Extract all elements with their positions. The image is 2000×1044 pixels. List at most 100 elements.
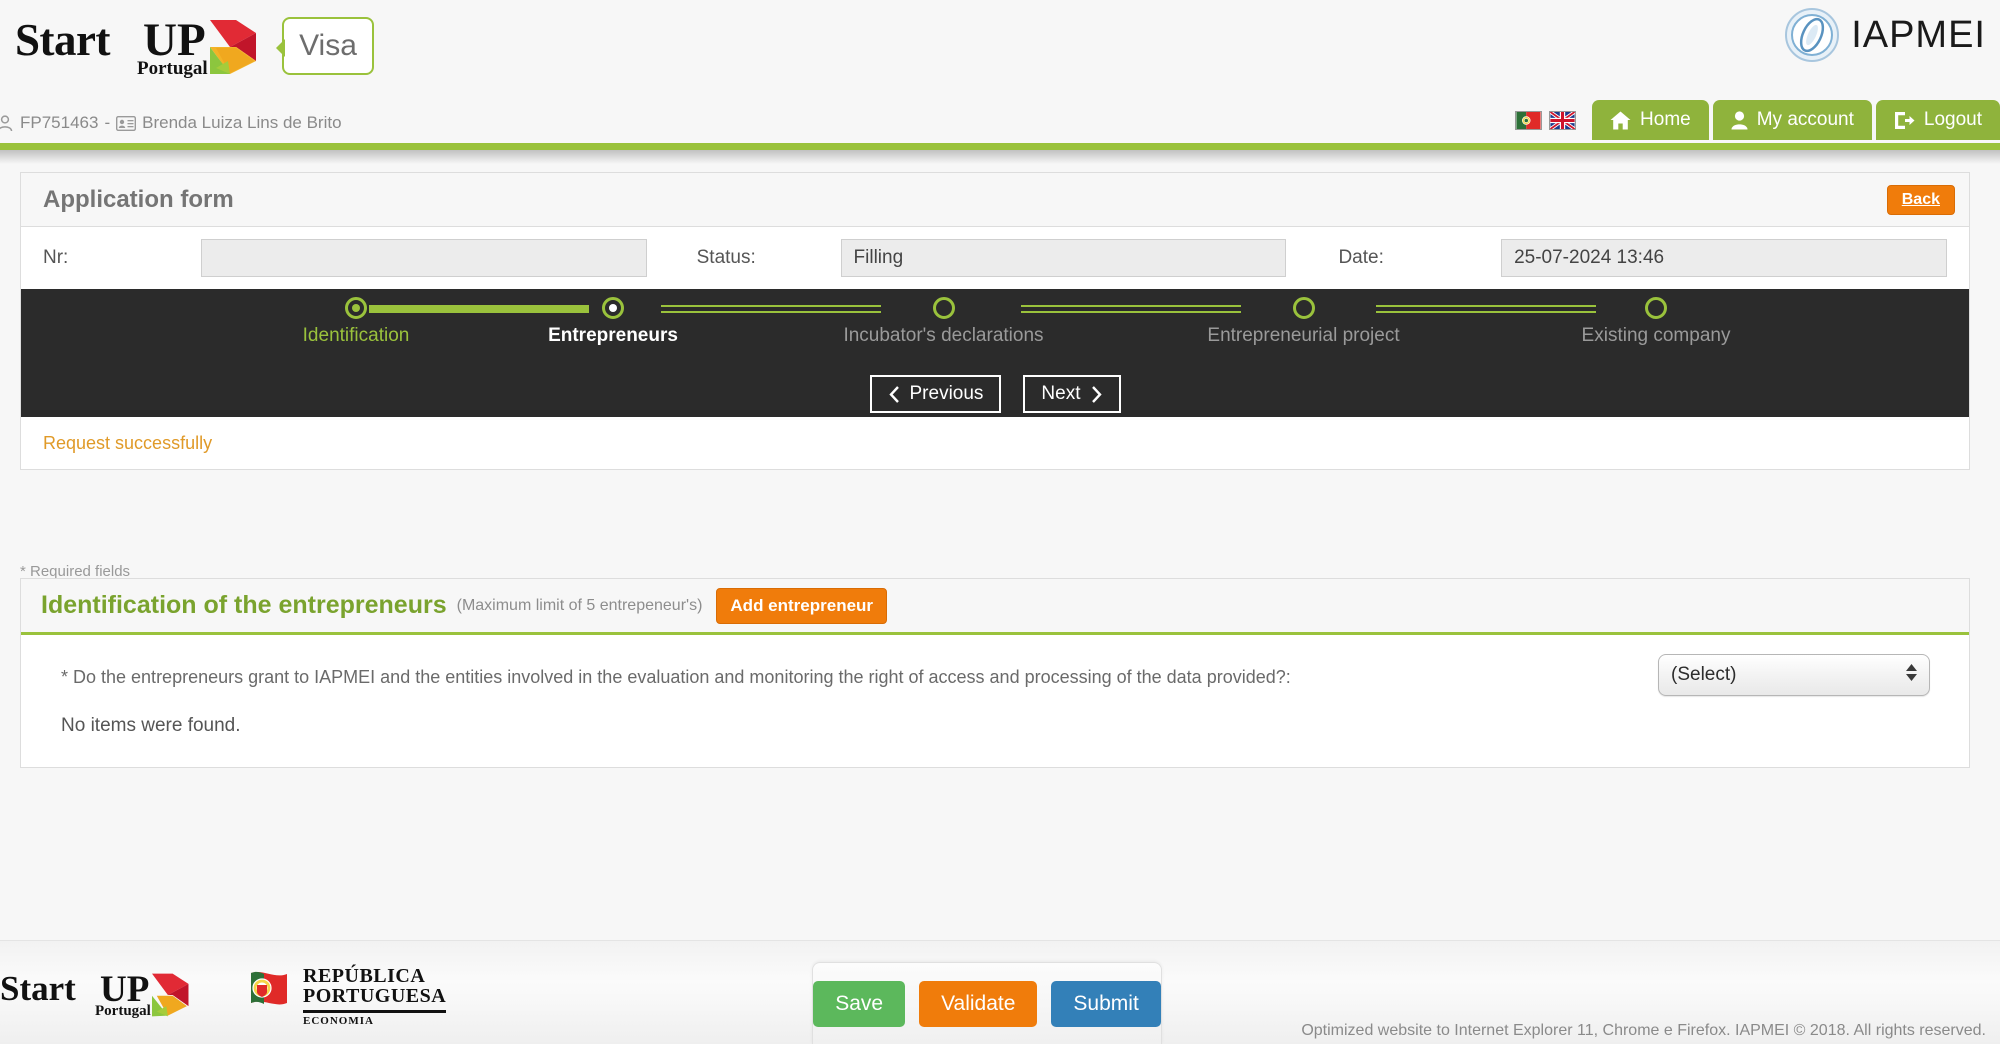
startup-portugal-logo: Start UP Portugal [10, 10, 265, 82]
step-marker-entrepreneurs [602, 297, 624, 319]
top-nav: Home My account Logout [1515, 100, 2000, 140]
user-icon [0, 115, 13, 132]
next-button[interactable]: Next [1023, 375, 1121, 413]
section-title: Identification of the entrepreneurs [41, 591, 447, 619]
republica-portuguesa-logo: REPÚBLICA PORTUGUESA ECONOMIA [245, 965, 447, 1027]
step-entrepreneurs[interactable]: Entrepreneurs [548, 289, 678, 347]
nav-my-account-label: My account [1756, 109, 1854, 130]
step-marker-incubators [932, 297, 955, 319]
select-stepper-arrows-icon [1906, 664, 1917, 681]
wizard-steps: Identification Entrepreneurs Incubator's… [21, 289, 1969, 361]
user-name: Brenda Luiza Lins de Brito [142, 113, 342, 132]
status-message: Request successfully [43, 432, 213, 453]
status-message-row: Request successfully [21, 417, 1969, 469]
visa-badge: Visa [276, 17, 374, 75]
republica-rule [303, 1010, 447, 1013]
brand-start-text: Start [15, 15, 110, 65]
form-action-bar: Save Validate Submit [812, 962, 1162, 1044]
nav-my-account-button[interactable]: My account [1712, 100, 1872, 140]
entrepreneurs-card-body: * Do the entrepreneurs grant to IAPMEI a… [21, 635, 1969, 767]
iapmei-logo[interactable]: IAPMEI [1783, 6, 1986, 64]
empty-list-message: No items were found. [61, 715, 241, 736]
nav-logout-label: Logout [1923, 109, 1982, 130]
header-shadow [0, 150, 2000, 164]
user-id: FP751463 [20, 113, 99, 132]
startup-arrow-icon [210, 20, 256, 74]
footer-brand-start-text: Start [0, 969, 76, 1008]
footer-startup-logo: Start UP Portugal [0, 969, 210, 1025]
footer-startup-arrow-icon [152, 973, 189, 1017]
data-consent-question: * Do the entrepreneurs grant to IAPMEI a… [61, 667, 1291, 687]
wizard-stepper: Identification Entrepreneurs Incubator's… [21, 289, 1969, 417]
data-consent-select-wrap: (Select) [1658, 654, 1930, 696]
wizard-nav: Previous Next [21, 375, 1969, 413]
top-header: Start UP Portugal Visa IAPMEI [0, 0, 2000, 105]
data-consent-select-value: (Select) [1671, 664, 1737, 685]
language-switcher [1515, 111, 1577, 130]
add-entrepreneur-button[interactable]: Add entrepreneur [716, 587, 888, 624]
id-card-icon [116, 115, 137, 131]
iapmei-mark-icon [1785, 8, 1840, 62]
nav-home-label: Home [1640, 109, 1691, 130]
user-icon [1731, 110, 1748, 129]
step-label-identification: Identification [302, 325, 410, 346]
nr-label: Nr: [43, 247, 69, 268]
republica-line2: PORTUGUESA [303, 985, 447, 1007]
footer-brand-portugal-text: Portugal [95, 1003, 151, 1019]
panel-header: Application form Back [21, 173, 1969, 227]
nr-input[interactable] [200, 239, 647, 277]
republica-line3: ECONOMIA [303, 1015, 374, 1027]
uk-flag-icon[interactable] [1549, 111, 1577, 130]
date-input: 25-07-2024 13:46 [1501, 239, 1947, 277]
step-entrepreneurial-project[interactable]: Entrepreneurial project [1201, 289, 1406, 347]
step-incubators-declarations[interactable]: Incubator's declarations [836, 289, 1051, 347]
data-consent-select[interactable]: (Select) [1658, 654, 1930, 696]
section-subtitle: (Maximum limit of 5 entrepeneur's) [456, 596, 703, 614]
entrepreneurs-card-header: Identification of the entrepreneurs (Max… [21, 579, 1969, 635]
brand-portugal-text: Portugal [137, 58, 208, 79]
republica-line1: REPÚBLICA [303, 965, 426, 987]
nav-logout-button[interactable]: Logout [1875, 100, 2000, 140]
status-label: Status: [696, 247, 756, 268]
step-marker-project [1292, 297, 1315, 319]
application-form-panel: Application form Back Nr: Status: Fillin… [20, 172, 1970, 470]
step-existing-company[interactable]: Existing company [1566, 289, 1746, 347]
validate-button[interactable]: Validate [919, 980, 1038, 1027]
page-footer: Start UP Portugal REPÚBLICA PORTUGUESA E… [0, 940, 2000, 1044]
step-label-project: Entrepreneurial project [1207, 325, 1400, 346]
visa-notch-icon [276, 39, 285, 57]
status-input: Filling [840, 239, 1287, 277]
previous-label: Previous [909, 383, 984, 404]
iapmei-text: IAPMEI [1851, 13, 1986, 56]
chevron-left-icon [888, 385, 899, 403]
step-marker-existing-company [1645, 297, 1667, 319]
footer-note: Optimized website to Internet Explorer 1… [1301, 1022, 1986, 1039]
page-title: Application form [43, 185, 234, 213]
logout-icon [1894, 111, 1915, 129]
step-label-incubators: Incubator's declarations [843, 325, 1044, 346]
step-label-existing-company: Existing company [1581, 325, 1731, 346]
portugal-shield-icon [251, 971, 287, 1004]
back-button[interactable]: Back [1886, 184, 1955, 215]
step-marker-identification [345, 297, 367, 319]
republica-text: REPÚBLICA PORTUGUESA ECONOMIA [303, 965, 447, 1027]
form-meta-row: Nr: Status: Filling Date: 25-07-2024 13:… [21, 227, 1969, 289]
user-bar: FP751463 - Brenda Luiza Lins de Brito Ho… [0, 100, 2000, 143]
brand-logo[interactable]: Start UP Portugal Visa [10, 6, 374, 86]
date-label: Date: [1338, 247, 1384, 268]
step-label-entrepreneurs: Entrepreneurs [548, 325, 678, 346]
portugal-flag-icon[interactable] [1515, 111, 1543, 130]
save-button[interactable]: Save [813, 980, 906, 1027]
user-separator: - [104, 113, 111, 132]
previous-button[interactable]: Previous [869, 375, 1002, 413]
step-identification[interactable]: Identification [276, 289, 436, 347]
accent-divider [0, 143, 2000, 150]
home-icon [1610, 111, 1631, 129]
submit-button[interactable]: Submit [1051, 980, 1161, 1027]
next-label: Next [1041, 383, 1081, 404]
chevron-right-icon [1091, 385, 1102, 403]
user-info: FP751463 - Brenda Luiza Lins de Brito [0, 113, 342, 133]
entrepreneurs-card: Identification of the entrepreneurs (Max… [20, 578, 1970, 768]
visa-label: Visa [299, 29, 357, 62]
nav-home-button[interactable]: Home [1592, 100, 1709, 140]
